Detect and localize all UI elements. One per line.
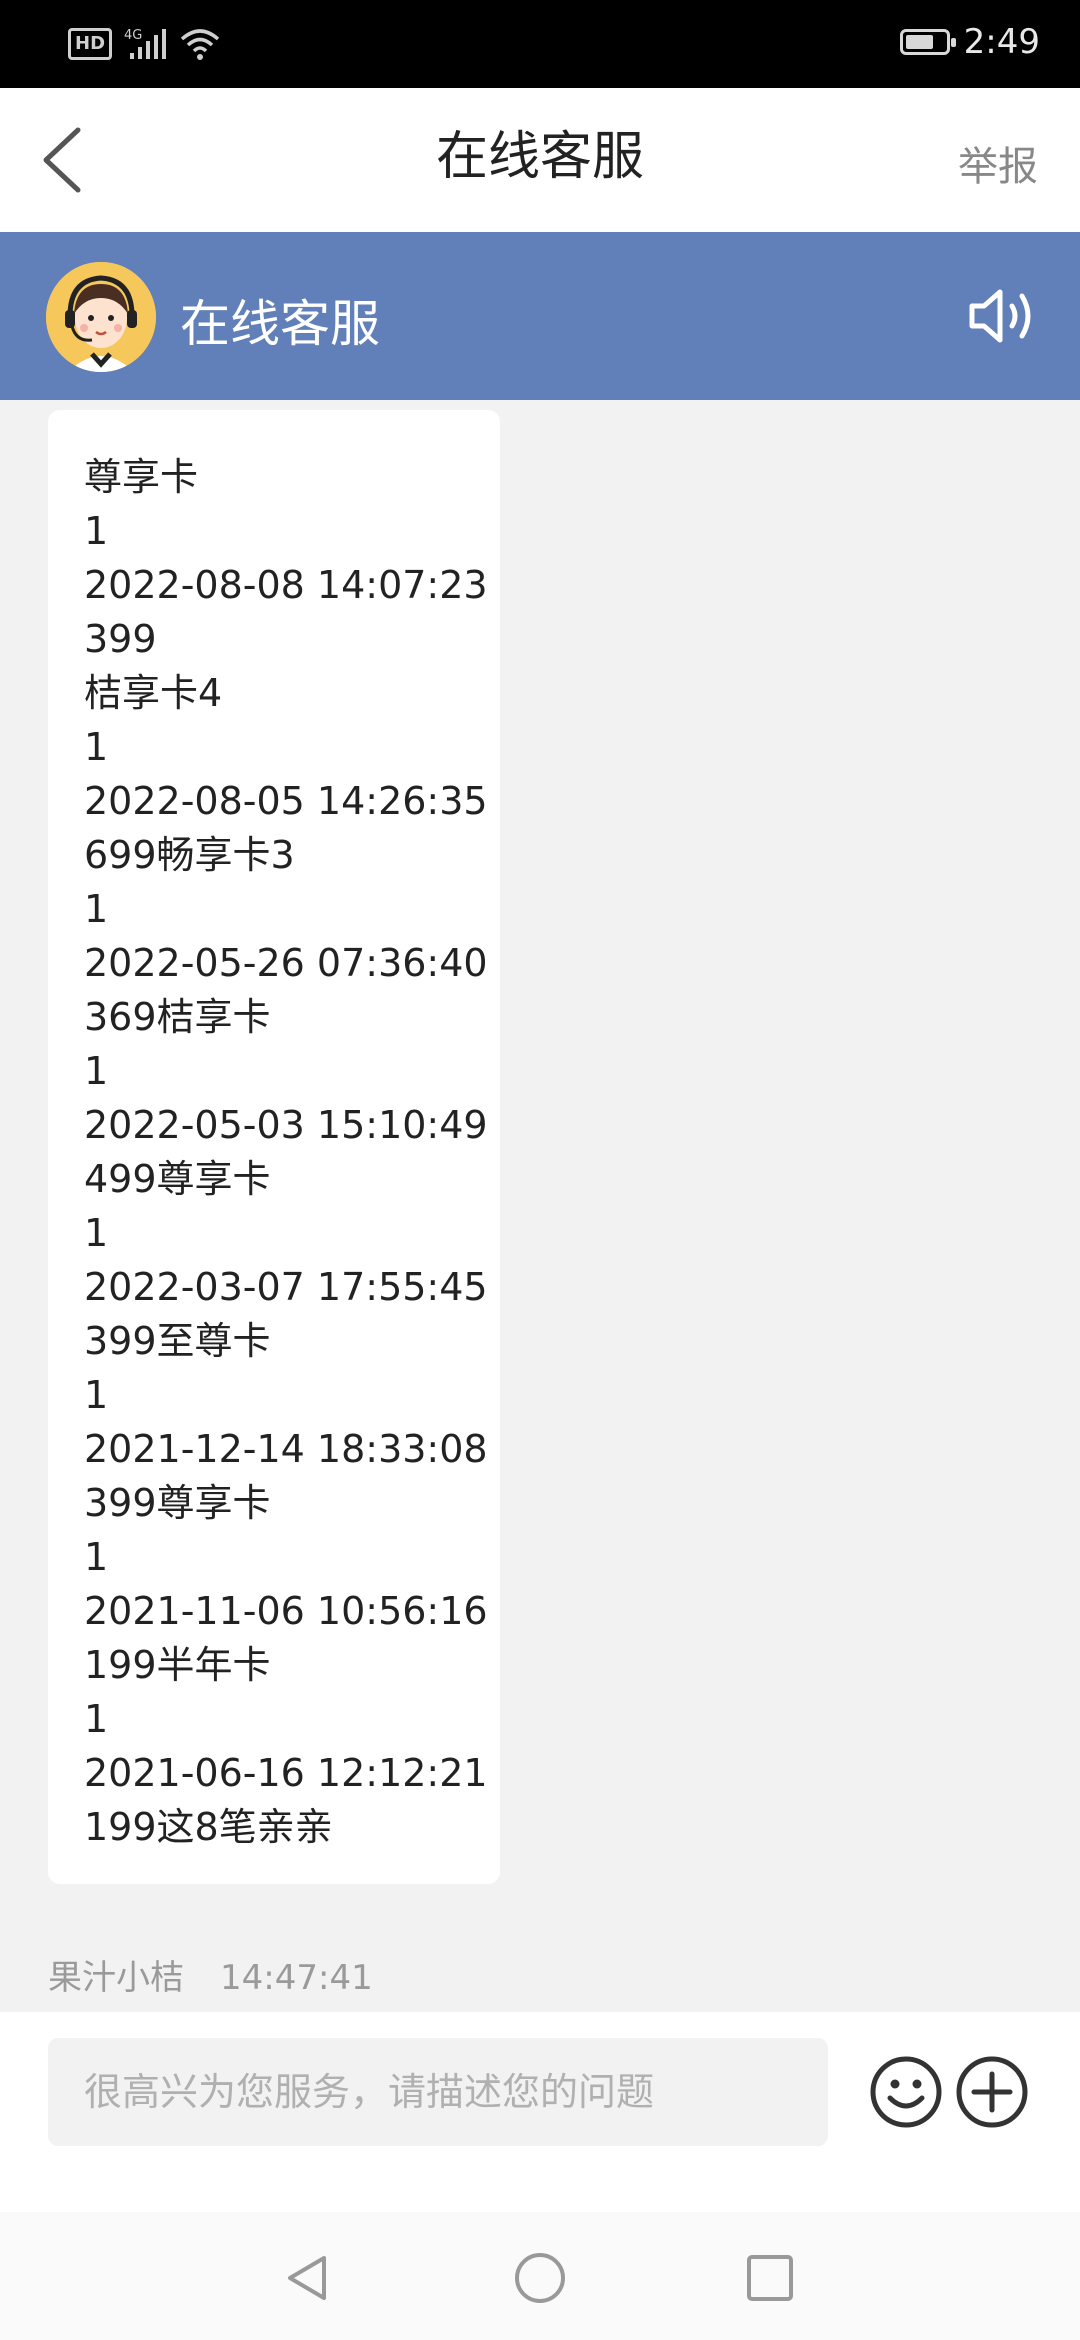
message-line: 1 [84,725,109,769]
recents-square-icon [747,2255,793,2301]
page-title: 在线客服 [435,127,644,187]
message-line: 2022-08-05 14:26:35 [84,779,488,823]
message-line: 199这8笔亲亲 [84,1805,333,1849]
next-message-meta: 果汁小桔 14:47:41 [48,1950,373,1999]
message-line: 1 [84,1373,109,1417]
message-line: 399至尊卡 [84,1319,271,1363]
message-line: 2022-03-07 17:55:45 [84,1265,488,1309]
network-label: 4G [124,28,142,43]
status-icons-right: 2:49 [899,22,1040,62]
system-home-button[interactable] [514,2252,566,2304]
battery-icon [899,29,956,55]
message-line: 399 [84,617,157,661]
next-message-time: 14:47:41 [220,1958,373,1998]
plus-icon [956,2056,1028,2128]
signal-icon: 4G [124,28,167,59]
message-line: 桔享卡4 [84,671,223,715]
speaker-button[interactable] [966,284,1042,348]
report-button[interactable]: 举报 [958,134,1038,192]
message-line: 2022-05-26 07:36:40 [84,941,488,985]
status-bar: HD 4G 2:49 [0,0,1080,88]
message-line: 2021-11-06 10:56:16 [84,1589,488,1633]
message-line: 369桔享卡 [84,995,271,1039]
status-time: 2:49 [963,22,1040,62]
message-input[interactable] [48,2038,828,2146]
avatar-icon [46,262,156,372]
message-line: 2022-05-03 15:10:49 [84,1103,488,1147]
message-line: 2021-06-16 12:12:21 [84,1751,488,1795]
message-line: 499尊享卡 [84,1157,271,1201]
emoji-button[interactable] [868,2054,944,2130]
system-nav-bar [0,2212,1080,2340]
message-line: 199半年卡 [84,1643,271,1687]
home-circle-icon [515,2253,565,2303]
plus-button[interactable] [954,2054,1030,2130]
message-line: 1 [84,1697,109,1741]
message-line: 1 [84,1049,109,1093]
battery-level-fill [905,35,933,49]
message-line: 1 [84,887,109,931]
message-bubble: 尊享卡 1 2022-08-08 14:07:23 399 桔享卡4 1 202… [48,410,500,1884]
message-line: 399尊享卡 [84,1481,271,1525]
chat-message-list[interactable]: 尊享卡 1 2022-08-08 14:07:23 399 桔享卡4 1 202… [0,400,1080,2012]
message-line: 尊享卡 [84,455,199,499]
system-back-button[interactable] [282,2252,334,2304]
system-recents-button[interactable] [744,2252,796,2304]
chat-header: 在线客服 [0,232,1080,400]
nav-bar: 在线客服 举报 [0,88,1080,232]
wifi-icon [180,29,220,60]
speaker-icon [969,289,1031,343]
hd-badge: HD [68,28,113,60]
message-line: 2022-08-08 14:07:23 [84,563,488,607]
back-triangle-icon [288,2256,326,2300]
status-icons-left: HD 4G [68,26,220,62]
message-line: 2021-12-14 18:33:08 [84,1427,488,1471]
message-line: 699畅享卡3 [84,833,295,877]
emoji-icon [870,2056,942,2128]
message-line: 1 [84,509,109,553]
avatar[interactable] [46,262,156,372]
message-line: 1 [84,1211,109,1255]
input-bar [0,2012,1080,2212]
agent-name: 在线客服 [180,295,380,353]
next-message-sender: 果汁小桔 [48,1958,184,1998]
message-line: 1 [84,1535,109,1579]
